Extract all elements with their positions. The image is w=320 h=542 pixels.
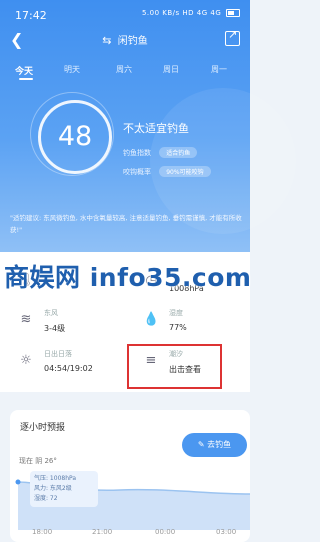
current-weather: 现在 阴 26° [19, 457, 57, 465]
battery-icon [226, 9, 240, 17]
grid-item-sunrise: ☼ 日出日落 04:54/19:02 [10, 347, 120, 383]
forecast-tooltip: 气压: 1008hPa 风力: 东风2级 湿度: 72 [30, 471, 98, 507]
x-tick-label: 00:00 [155, 528, 176, 536]
grid-item-wind: ≋ 东风 3-4级 [10, 306, 120, 342]
go-fishing-button[interactable]: ✎ 去钓鱼 [182, 433, 247, 457]
chart-x-axis: 18:00 21:00 00:00 03:00 [10, 528, 250, 540]
day-tabs: 今天 明天 周六 周日 周一 [0, 64, 250, 84]
grid-item-humidity: 💧 湿度 77% [143, 309, 187, 332]
wind-icon: ≋ [20, 312, 32, 327]
swap-icon: ⇆ [102, 34, 112, 47]
page-title: ⇆ 闲钓鱼 [102, 34, 148, 47]
tab-today[interactable]: 今天 [15, 64, 33, 77]
humidity-icon: 💧 [143, 312, 160, 327]
x-tick-label: 18:00 [32, 528, 53, 536]
hourly-forecast-card: 逐小时预报 ✎ 去钓鱼 现在 阴 26° 气压: 1008hPa 风力: 东风2… [10, 410, 250, 542]
bite-probability-pill: 90%可能咬钩 [159, 166, 211, 177]
fishing-index-pill: 适合钓鱼 [159, 147, 198, 158]
tab-indicator [19, 78, 33, 80]
tab-sun[interactable]: 周日 [163, 64, 179, 75]
x-tick-label: 21:00 [92, 528, 113, 536]
status-time: 17:42 [15, 9, 47, 22]
share-button[interactable] [225, 28, 240, 46]
x-tick-label: 03:00 [216, 528, 237, 536]
fishing-index-row: 钓鱼指数 适合钓鱼 [123, 147, 198, 158]
app-header: ❮ ⇆ 闲钓鱼 [0, 28, 250, 52]
fishing-verdict: 不太适宜钓鱼 [123, 122, 189, 135]
chart-point-current [15, 479, 21, 485]
bite-probability-row: 咬钩概率 90%可能咬钩 [123, 166, 211, 177]
tab-sat[interactable]: 周六 [116, 64, 132, 75]
status-signal: 5.00 KB/s HD 4G 4G [142, 9, 240, 17]
sunrise-icon: ☼ [20, 353, 32, 368]
highlight-box [127, 344, 222, 389]
hourly-forecast-title: 逐小时预报 [20, 423, 66, 433]
tab-mon[interactable]: 周一 [211, 64, 227, 75]
status-bar: 17:42 5.00 KB/s HD 4G 4G [0, 0, 250, 30]
watermark-text: 商娱网 info35.com [4, 263, 252, 292]
fishing-advice: "适钓建议: 东风微钓鱼, 水中含氧量较高, 注意适量钓鱼, 垂钓需谨慎, 才能… [10, 214, 242, 234]
fishing-score: 48 [38, 100, 112, 174]
tab-tomorrow[interactable]: 明天 [64, 64, 80, 75]
